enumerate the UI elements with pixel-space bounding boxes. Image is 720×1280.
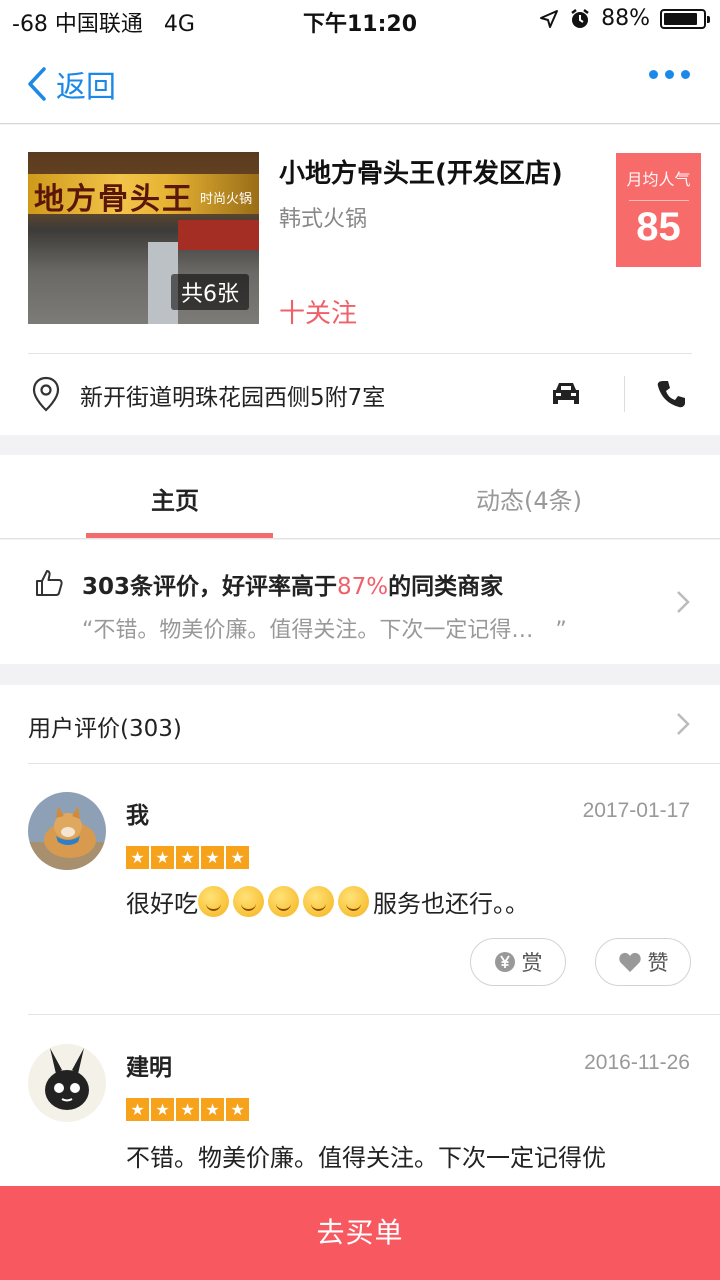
- review-text: 很好吃 服务也还行。。: [126, 884, 529, 919]
- star-icon: ★: [201, 1098, 224, 1121]
- star-icon: ★: [176, 1098, 199, 1121]
- checkout-button[interactable]: 去买单: [0, 1186, 720, 1280]
- battery-icon: [660, 8, 710, 29]
- status-bar: -68 中国联通 4G 下午11:20 88%: [0, 0, 720, 40]
- reviewer-name: 我: [126, 803, 149, 829]
- taxi-icon[interactable]: [550, 380, 582, 408]
- navigation-bar: 返回: [0, 40, 720, 124]
- avatar[interactable]: [28, 1044, 106, 1122]
- status-right: 88%: [539, 6, 710, 31]
- like-label: 赞: [647, 951, 669, 975]
- positive-rate: 87%: [337, 574, 389, 600]
- review-quote: “不错。物美价廉。值得关注。下次一定记得… ”: [82, 618, 567, 643]
- star-icon: ★: [151, 846, 174, 869]
- star-icon: ★: [176, 846, 199, 869]
- divider: [28, 763, 720, 764]
- summary-suffix: 的同类商家: [388, 574, 504, 600]
- back-button[interactable]: 返回: [26, 62, 116, 106]
- chevron-right-icon[interactable]: [676, 712, 690, 736]
- popularity-box: 月均人气 85: [616, 153, 701, 267]
- shop-photo[interactable]: 地方骨头王 时尚火锅 共6张: [28, 152, 259, 324]
- address-row[interactable]: 新开街道明珠花园西侧5附7室: [0, 354, 720, 434]
- review-text-suffix: 服务也还行。。: [373, 890, 529, 918]
- review-date: 2016-11-26: [584, 1051, 690, 1074]
- yum-emoji-icon: [303, 886, 334, 917]
- star-rating: ★ ★ ★ ★ ★: [126, 1098, 249, 1121]
- coin-yen-icon: [494, 952, 515, 972]
- battery-fill: [664, 12, 698, 25]
- chevron-left-icon: [28, 67, 46, 101]
- star-icon: ★: [151, 1098, 174, 1121]
- more-button[interactable]: [649, 70, 690, 79]
- yum-emoji-icon: [268, 886, 299, 917]
- yum-emoji-icon: [338, 886, 369, 917]
- star-icon: ★: [126, 846, 149, 869]
- alarm-icon: [571, 8, 589, 28]
- active-tab-indicator: [86, 533, 273, 538]
- review-date: 2017-01-17: [582, 799, 690, 822]
- popularity-divider: [628, 200, 689, 201]
- summary-prefix: 303条评价，好评率高于: [82, 574, 338, 600]
- shop-sign-subtext: 时尚火锅: [200, 192, 253, 207]
- review-summary[interactable]: 303条评价，好评率高于87%的同类商家 “不错。物美价廉。值得关注。下次一定记…: [0, 540, 720, 664]
- star-icon: ★: [201, 846, 224, 869]
- star-icon: ★: [126, 1098, 149, 1121]
- more-dot: [665, 70, 674, 79]
- user-reviews-header[interactable]: 用户评价(303): [28, 709, 182, 743]
- tab-bar: 主页 动态(4条): [0, 455, 720, 539]
- shop-name: 小地方骨头王(开发区店): [279, 159, 563, 189]
- review-text: 不错。物美价廉。值得关注。下次一定记得优: [126, 1144, 606, 1172]
- phone-icon[interactable]: [656, 379, 686, 409]
- shop-category: 韩式火锅: [279, 207, 368, 232]
- shop-card: 地方骨头王 时尚火锅 共6张 小地方骨头王(开发区店) 韩式火锅 十关注 月均人…: [0, 125, 720, 435]
- heart-icon: [618, 952, 641, 972]
- location-arrow-icon: [540, 9, 559, 28]
- more-dot: [649, 70, 658, 79]
- avatar[interactable]: [28, 792, 106, 870]
- star-rating: ★ ★ ★ ★ ★: [126, 846, 249, 869]
- like-button[interactable]: 赞: [595, 938, 691, 986]
- reward-label: 赏: [521, 951, 543, 975]
- shop-address: 新开街道明珠花园西侧5附7室: [80, 385, 386, 411]
- popularity-label: 月均人气: [626, 170, 691, 189]
- yum-emoji-icon: [198, 886, 229, 917]
- location-pin-icon: [32, 376, 60, 412]
- divider: [28, 1014, 720, 1015]
- shop-sign-text: 地方骨头王: [34, 182, 194, 217]
- action-separator: [624, 376, 625, 412]
- more-dot: [681, 70, 690, 79]
- review-summary-text: 303条评价，好评率高于87%的同类商家: [82, 567, 503, 601]
- star-icon: ★: [226, 846, 249, 869]
- dog-avatar-image: [28, 792, 106, 870]
- shop-banner: [178, 220, 259, 250]
- yum-emoji-icon: [233, 886, 264, 917]
- battery-percent: 88%: [601, 6, 650, 31]
- photo-count-badge: 共6张: [171, 274, 249, 310]
- back-label: 返回: [56, 70, 116, 105]
- review-text-prefix: 很好吃: [126, 890, 198, 918]
- star-icon: ★: [226, 1098, 249, 1121]
- tab-home[interactable]: 主页: [151, 481, 199, 516]
- reward-button[interactable]: 赏: [470, 938, 566, 986]
- follow-button[interactable]: 十关注: [279, 293, 357, 330]
- tab-feed[interactable]: 动态(4条): [476, 481, 582, 516]
- popularity-value: 85: [636, 205, 681, 249]
- chevron-right-icon: [677, 591, 690, 613]
- rabbit-avatar-image: [28, 1044, 106, 1122]
- reviewer-name: 建明: [126, 1055, 172, 1081]
- thumbs-up-icon: [36, 570, 63, 596]
